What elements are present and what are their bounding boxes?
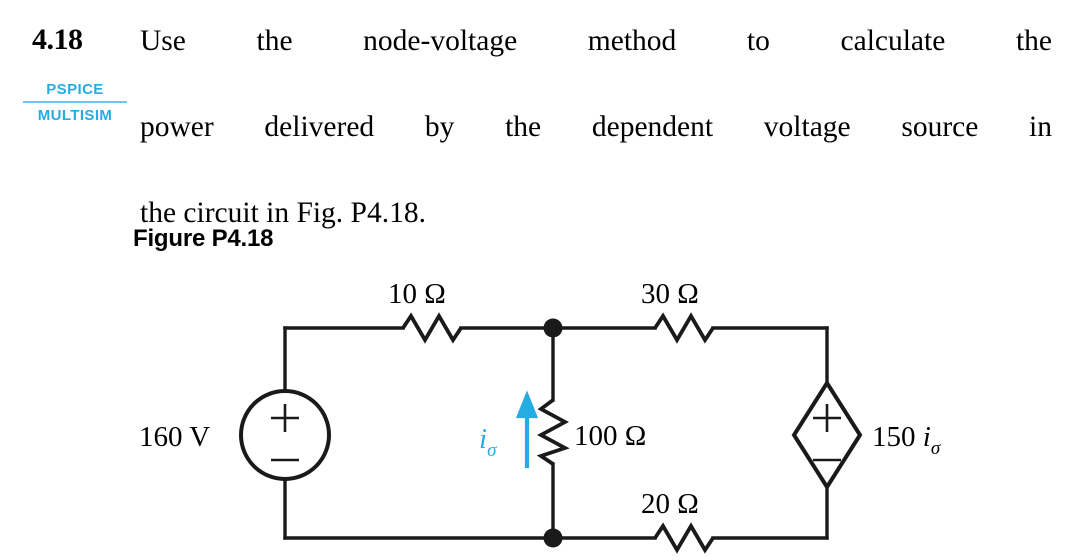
label-20ohm: 20 Ω: [641, 488, 699, 520]
circuit-diagram: 160 V 100 Ω iσ 150 iσ 10 Ω 30 Ω 20 Ω: [0, 270, 1078, 560]
dependent-source-symbol: [791, 379, 863, 491]
badge-divider: [23, 101, 127, 103]
problem-statement-line-1: Use the node-voltage method to calculate…: [140, 25, 1052, 57]
label-30ohm: 30 Ω: [641, 278, 699, 310]
problem-number: 4.18: [32, 23, 83, 56]
problem-statement-line-2: power delivered by the dependent voltage…: [140, 111, 1052, 143]
resistor-20ohm-symbol: [653, 522, 715, 554]
label-dep-gain: 150: [872, 421, 916, 453]
label-160v: 160 V: [139, 421, 210, 453]
node-dot-top-center: [543, 318, 563, 338]
multisim-badge: MULTISIM: [37, 107, 113, 124]
node-dot-bottom-center: [543, 528, 563, 548]
resistor-100ohm-symbol: [536, 398, 570, 466]
current-arrow-head: [515, 390, 539, 419]
label-i-sigma-subscript: σ: [487, 440, 497, 461]
label-10ohm: 10 Ω: [388, 278, 446, 310]
simulation-badges: PSPICE MULTISIM: [23, 82, 127, 123]
label-i-sigma: iσ: [479, 423, 497, 461]
problem-statement: Use the node-voltage method to calculate…: [140, 20, 1052, 235]
label-100ohm: 100 Ω: [574, 420, 646, 452]
label-dep-var-base: i: [923, 421, 931, 453]
pspice-badge: PSPICE: [46, 81, 104, 98]
label-i-sigma-base: i: [479, 423, 487, 455]
label-150-i-sigma: 150 iσ: [872, 421, 941, 459]
resistor-10ohm-symbol: [401, 312, 463, 344]
resistor-30ohm-symbol: [653, 312, 715, 344]
label-dep-var-subscript: σ: [931, 438, 941, 459]
figure-caption: Figure P4.18: [133, 225, 274, 252]
problem-statement-line-3: the circuit in Fig. P4.18.: [140, 197, 426, 229]
